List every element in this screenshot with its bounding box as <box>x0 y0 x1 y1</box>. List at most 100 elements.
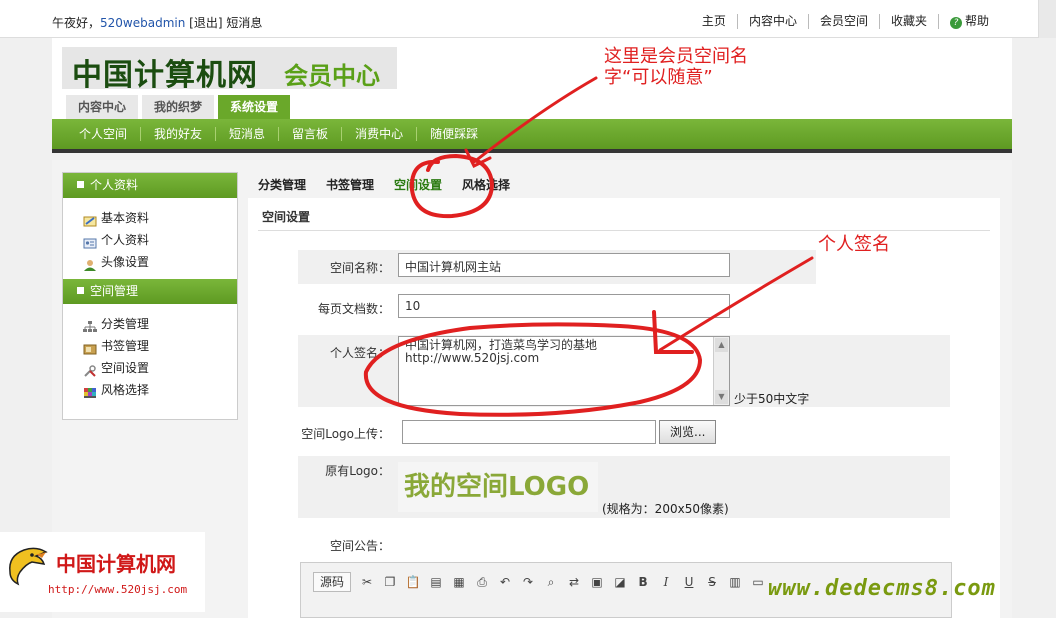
undo-icon[interactable]: ↶ <box>495 573 515 591</box>
replace-icon[interactable]: ⇄ <box>564 573 584 591</box>
sidebar-item-label: 分类管理 <box>101 317 150 331</box>
tab-content-center[interactable]: 内容中心 <box>66 95 139 119</box>
underline-icon[interactable]: U <box>679 573 699 591</box>
sidebar-list-space: 分类管理 书签管理 空间设置 风格选择 <box>63 304 237 407</box>
subnav-personal-space[interactable]: 个人空间 <box>66 127 140 141</box>
collapse-icon <box>77 181 84 188</box>
site-logo[interactable]: 中国计算机网 会员中心 <box>62 47 397 93</box>
subnav-friends[interactable]: 我的好友 <box>140 127 215 141</box>
logo-upload-label: 空间Logo上传： <box>301 427 390 441</box>
paste-text-icon[interactable]: ▤ <box>426 573 446 591</box>
top-nav-home[interactable]: 主页 <box>691 14 737 29</box>
top-nav-help[interactable]: ? 帮助 <box>937 14 1000 29</box>
sidebar-item-space-settings[interactable]: 空间设置 <box>83 357 237 379</box>
old-logo-image: 我的空间LOGO <box>398 462 598 512</box>
space-name-input[interactable]: 中国计算机网主站 <box>398 253 730 277</box>
tab-bookmark-manage[interactable]: 书签管理 <box>316 172 384 198</box>
panel-title: 空间设置 <box>262 210 311 224</box>
subnav-guestbook[interactable]: 留言板 <box>278 127 341 141</box>
help-label: 帮助 <box>964 14 989 28</box>
logo-file-input[interactable] <box>402 420 656 444</box>
sidebar-section-personal[interactable]: 个人资料 <box>63 173 237 198</box>
old-logo-label: 原有Logo： <box>325 464 390 478</box>
sidebar-item-label: 空间设置 <box>101 361 150 375</box>
bold-icon[interactable]: B <box>633 573 653 591</box>
find-icon[interactable]: ⌕ <box>541 573 561 591</box>
sidebar-list-personal: 基本资料 个人资料 头像设置 <box>63 198 237 279</box>
top-nav-favorites[interactable]: 收藏夹 <box>878 14 938 29</box>
top-bar: 午夜好，520webadmin [退出] 短消息 主页 内容中心 会员空间 收藏… <box>0 0 1056 38</box>
watermark-left-title: 中国计算机网 <box>56 552 176 576</box>
window-edge <box>1038 0 1056 38</box>
sub-nav: 个人空间 我的好友 短消息 留言板 消费中心 随便踩踩 <box>52 119 1012 153</box>
annotation-space-name: 这里是会员空间名 字“可以随意” <box>604 46 748 88</box>
sidebar-section-label: 空间管理 <box>90 284 139 298</box>
tab-my-dream[interactable]: 我的织梦 <box>142 95 215 119</box>
tab-space-settings[interactable]: 空间设置 <box>384 172 452 198</box>
sidebar-section-label: 个人资料 <box>90 178 139 192</box>
scrollbar[interactable]: ▲ ▼ <box>713 337 729 405</box>
eraser-icon[interactable]: ◪ <box>610 573 630 591</box>
source-button[interactable]: 源码 <box>313 572 352 592</box>
sidebar-item-style[interactable]: 风格选择 <box>83 379 237 401</box>
watermark-left-url: http://www.520jsj.com <box>48 583 188 596</box>
username-link[interactable]: 520webadmin <box>100 16 185 30</box>
space-name-label: 空间名称： <box>329 261 390 275</box>
subnav-consumption[interactable]: 消费中心 <box>341 127 416 141</box>
sitemap-icon <box>83 318 97 332</box>
scroll-down-icon[interactable]: ▼ <box>715 390 728 404</box>
paste-icon[interactable]: 📋 <box>403 573 423 591</box>
help-icon: ? <box>949 17 962 29</box>
annotation-line: 字“可以随意” <box>604 67 713 88</box>
logo-sub-text: 会员中心 <box>284 62 380 90</box>
site-header: 中国计算机网 会员中心 内容中心 我的织梦 系统设置 个人空间 我的好友 短消息… <box>52 38 1012 153</box>
source-label: 源码 <box>320 575 345 589</box>
bookmark-icon <box>83 340 97 355</box>
subnav-browse[interactable]: 随便踩踩 <box>416 127 491 141</box>
per-page-input[interactable]: 10 <box>398 294 730 318</box>
eagle-logo-icon <box>9 547 48 586</box>
logout-link[interactable]: [退出] <box>189 16 222 30</box>
panel-tabs: 分类管理 书签管理 空间设置 风格选择 <box>248 172 520 198</box>
messages-link[interactable]: 短消息 <box>226 16 262 30</box>
tab-system-settings[interactable]: 系统设置 <box>218 95 291 119</box>
sidebar-item-bookmarks[interactable]: 书签管理 <box>83 335 237 357</box>
signature-label: 个人签名： <box>329 346 390 360</box>
editor-toolbar-row: 源码 ✂ ❐ 📋 ▤ ▦ ⎙ ↶ ↷ ⌕ ⇄ ▣ ◪ B I U S ▥ ▭ <box>301 569 771 595</box>
top-nav-member-space[interactable]: 会员空间 <box>807 14 879 29</box>
sidebar-item-category[interactable]: 分类管理 <box>83 313 237 335</box>
sidebar-item-basic-info[interactable]: 基本资料 <box>83 207 237 229</box>
logo-main-text: 中国计算机网 <box>72 58 258 93</box>
id-card-icon <box>83 234 97 249</box>
sidebar-item-avatar[interactable]: 头像设置 <box>83 251 237 273</box>
greeting: 午夜好，520webadmin [退出] 短消息 <box>52 14 262 31</box>
strike-icon[interactable]: S <box>702 573 722 591</box>
tab-style-select[interactable]: 风格选择 <box>452 172 520 198</box>
print-icon[interactable]: ⎙ <box>472 573 492 591</box>
table-icon[interactable]: ▥ <box>725 573 745 591</box>
scroll-up-icon[interactable]: ▲ <box>715 338 728 352</box>
select-all-icon[interactable]: ▣ <box>587 573 607 591</box>
watermark-left: 中国计算机网 http://www.520jsj.com <box>0 532 205 612</box>
italic-icon[interactable]: I <box>656 573 676 591</box>
sidebar-section-space[interactable]: 空间管理 <box>63 279 237 304</box>
hr-icon[interactable]: ▭ <box>748 573 768 591</box>
paste-word-icon[interactable]: ▦ <box>449 573 469 591</box>
copy-icon[interactable]: ❐ <box>380 573 400 591</box>
top-nav: 主页 内容中心 会员空间 收藏夹 ? 帮助 <box>691 14 1000 29</box>
tools-icon <box>83 362 97 377</box>
sidebar-item-label: 风格选择 <box>101 383 150 397</box>
browse-button[interactable]: 浏览... <box>659 420 717 444</box>
sidebar: 个人资料 基本资料 个人资料 头像设置 空间管理 分类管理 书签管理 空间设置 … <box>62 172 238 420</box>
redo-icon[interactable]: ↷ <box>518 573 538 591</box>
main-tabs: 内容中心 我的织梦 系统设置 <box>66 95 291 119</box>
sidebar-item-profile[interactable]: 个人资料 <box>83 229 237 251</box>
sidebar-item-label: 个人资料 <box>101 233 150 247</box>
cut-icon[interactable]: ✂ <box>357 573 377 591</box>
logo-size-hint: (规格为：200x50像素) <box>602 502 729 516</box>
signature-textarea[interactable]: 中国计算机网，打造菜鸟学习的基地 http://www.520jsj.com ▲… <box>398 336 730 406</box>
palette-icon <box>83 384 97 398</box>
subnav-messages[interactable]: 短消息 <box>215 127 278 141</box>
tab-category-manage[interactable]: 分类管理 <box>248 172 316 198</box>
top-nav-content-center[interactable]: 内容中心 <box>736 14 808 29</box>
